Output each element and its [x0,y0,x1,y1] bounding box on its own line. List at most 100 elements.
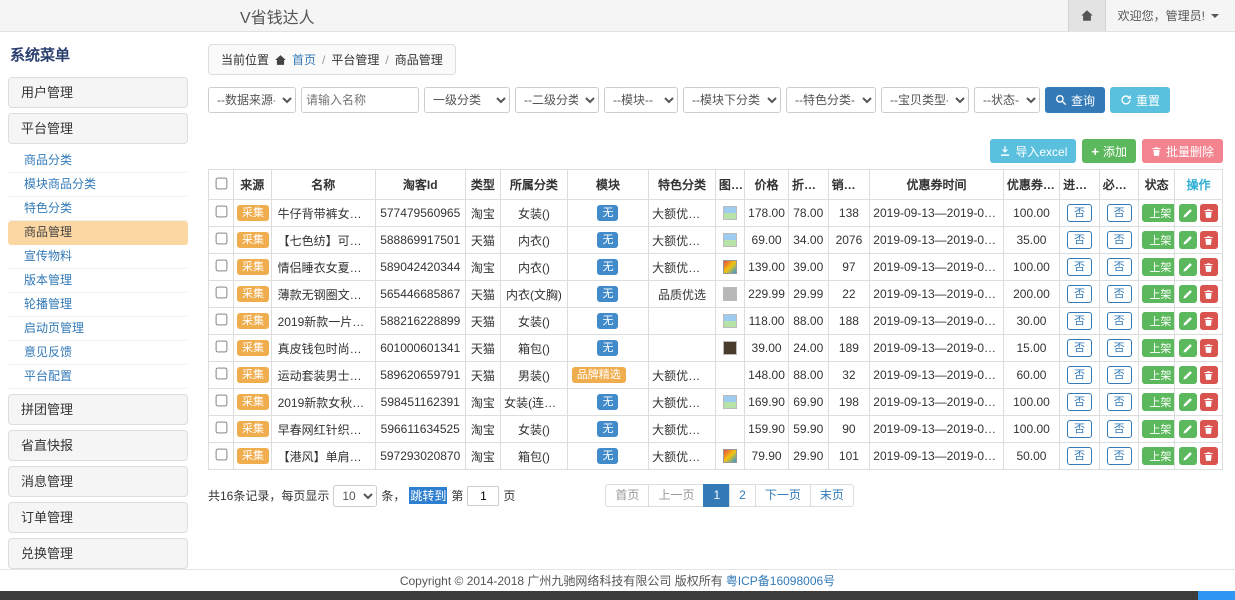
import-select-toggle[interactable]: 否 [1067,231,1092,249]
import-select-toggle[interactable]: 否 [1067,447,1092,465]
edit-button[interactable] [1179,231,1197,249]
status-button[interactable]: 上架 [1142,366,1174,384]
delete-button[interactable] [1200,231,1218,249]
import-select-toggle[interactable]: 否 [1067,258,1092,276]
edit-button[interactable] [1179,447,1197,465]
import-select-toggle[interactable]: 否 [1067,339,1092,357]
must-buy-toggle[interactable]: 否 [1107,204,1132,222]
must-buy-toggle[interactable]: 否 [1107,312,1132,330]
last-page-button[interactable]: 末页 [810,484,854,507]
delete-button[interactable] [1200,285,1218,303]
import-select-toggle[interactable]: 否 [1067,312,1092,330]
edit-button[interactable] [1179,339,1197,357]
user-menu[interactable]: 欢迎您，管理员! [1106,7,1235,24]
row-checkbox[interactable] [215,422,227,434]
row-checkbox[interactable] [215,314,227,326]
import-select-toggle[interactable]: 否 [1067,285,1092,303]
import-select-toggle[interactable]: 否 [1067,393,1092,411]
edit-button[interactable] [1179,420,1197,438]
status-button[interactable]: 上架 [1142,231,1174,249]
status-button[interactable]: 上架 [1142,420,1174,438]
delete-button[interactable] [1200,312,1218,330]
must-buy-toggle[interactable]: 否 [1107,258,1132,276]
delete-button[interactable] [1200,447,1218,465]
row-checkbox[interactable] [215,368,227,380]
sidebar-subitem[interactable]: 商品分类 [8,149,188,173]
next-page-button[interactable]: 下一页 [755,484,811,507]
filter-module-select[interactable]: --模块-- [604,87,678,113]
status-button[interactable]: 上架 [1142,204,1174,222]
sidebar-item-bottom-3[interactable]: 订单管理 [8,502,188,533]
sidebar-subitem[interactable]: 模块商品分类 [8,173,188,197]
row-checkbox[interactable] [215,395,227,407]
filter-module-subcategory-select[interactable]: --模块下分类-- [683,87,781,113]
breadcrumb-home-link[interactable]: 首页 [292,51,316,68]
sidebar-subitem[interactable]: 商品管理 [8,221,188,245]
jump-page-input[interactable] [467,486,499,506]
status-button[interactable]: 上架 [1142,393,1174,411]
must-buy-toggle[interactable]: 否 [1107,231,1132,249]
delete-button[interactable] [1200,204,1218,222]
status-button[interactable]: 上架 [1142,447,1174,465]
sidebar-subitem[interactable]: 宣传物料 [8,245,188,269]
sidebar-item-bottom-1[interactable]: 省直快报 [8,430,188,461]
edit-button[interactable] [1179,285,1197,303]
name-search-input[interactable] [301,87,419,113]
import-excel-button[interactable]: 导入excel [990,139,1076,163]
row-checkbox[interactable] [215,341,227,353]
delete-button[interactable] [1200,420,1218,438]
delete-button[interactable] [1200,393,1218,411]
row-checkbox[interactable] [215,233,227,245]
filter-feature-category-select[interactable]: --特色分类-- [786,87,876,113]
filter-status-select[interactable]: --状态-- [974,87,1040,113]
per-page-select[interactable]: 10 [333,485,377,507]
status-button[interactable]: 上架 [1142,285,1174,303]
must-buy-toggle[interactable]: 否 [1107,447,1132,465]
import-select-toggle[interactable]: 否 [1067,204,1092,222]
must-buy-toggle[interactable]: 否 [1107,366,1132,384]
edit-button[interactable] [1179,258,1197,276]
horizontal-scrollbar-thumb[interactable] [1198,591,1235,600]
import-select-toggle[interactable]: 否 [1067,420,1092,438]
delete-button[interactable] [1200,366,1218,384]
sidebar-item-bottom-2[interactable]: 消息管理 [8,466,188,497]
must-buy-toggle[interactable]: 否 [1107,393,1132,411]
sidebar-item-platform-management[interactable]: 平台管理 [8,113,188,144]
must-buy-toggle[interactable]: 否 [1107,420,1132,438]
delete-button[interactable] [1200,339,1218,357]
sidebar-item-bottom-4[interactable]: 兑换管理 [8,538,188,569]
reset-button[interactable]: 重置 [1110,87,1170,113]
filter-level1-category-select[interactable]: 一级分类 [424,87,510,113]
status-button[interactable]: 上架 [1142,258,1174,276]
status-button[interactable]: 上架 [1142,339,1174,357]
sidebar-subitem[interactable]: 特色分类 [8,197,188,221]
sidebar-subitem[interactable]: 轮播管理 [8,293,188,317]
row-checkbox[interactable] [215,287,227,299]
row-checkbox[interactable] [215,449,227,461]
page-number-button[interactable]: 1 [703,484,730,507]
filter-data-source-select[interactable]: --数据来源-- [208,87,296,113]
edit-button[interactable] [1179,204,1197,222]
import-select-toggle[interactable]: 否 [1067,366,1092,384]
prev-page-button[interactable]: 上一页 [648,484,704,507]
row-checkbox[interactable] [215,206,227,218]
filter-level2-category-select[interactable]: --二级分类-- [515,87,599,113]
row-checkbox[interactable] [215,260,227,272]
sidebar-subitem[interactable]: 意见反馈 [8,341,188,365]
sidebar-subitem[interactable]: 版本管理 [8,269,188,293]
sidebar-subitem[interactable]: 启动页管理 [8,317,188,341]
search-button[interactable]: 查询 [1045,87,1105,113]
sidebar-item-user-management[interactable]: 用户管理 [8,77,188,108]
edit-button[interactable] [1179,366,1197,384]
home-button[interactable] [1068,0,1106,31]
filter-item-type-select[interactable]: --宝贝类型-- [881,87,969,113]
sidebar-item-bottom-0[interactable]: 拼团管理 [8,394,188,425]
page-number-button[interactable]: 2 [729,484,756,507]
edit-button[interactable] [1179,312,1197,330]
first-page-button[interactable]: 首页 [605,484,649,507]
must-buy-toggle[interactable]: 否 [1107,339,1132,357]
select-all-checkbox[interactable] [215,177,227,189]
sidebar-subitem[interactable]: 平台配置 [8,365,188,389]
delete-button[interactable] [1200,258,1218,276]
add-button[interactable]: +添加 [1082,139,1136,163]
